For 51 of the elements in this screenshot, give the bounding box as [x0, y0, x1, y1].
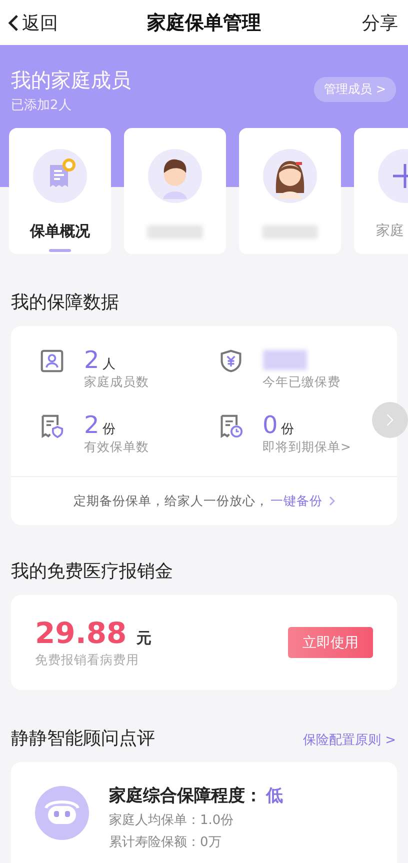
member-card[interactable]: 保单概况 — [9, 128, 111, 254]
backup-hint: 定期备份保单，给家人一份放心， — [74, 492, 268, 510]
section-title: 静静智能顾问点评 — [11, 727, 155, 750]
section-title: 我的家庭成员 — [11, 67, 131, 94]
back-icon — [8, 14, 19, 32]
document-shield-icon — [40, 414, 64, 438]
summary-line: 家庭人均保单：1.0份 — [109, 812, 235, 829]
person-card-icon — [40, 349, 64, 373]
section-title: 我的保障数据 — [10, 291, 120, 315]
use-now-button[interactable]: 立即使用 — [288, 627, 373, 658]
stat-unit: 份 — [280, 421, 294, 438]
backup-link[interactable]: 一键备份 — [270, 492, 322, 510]
manage-members-button[interactable]: 管理成员 > — [314, 77, 396, 102]
stat-unit: 人 — [102, 356, 116, 373]
page-title: 家庭保单管理 — [147, 10, 261, 36]
avatar-icon — [148, 149, 202, 203]
share-button[interactable]: 分享 — [362, 10, 398, 34]
robot-icon — [35, 786, 89, 840]
currency-unit: 元 — [136, 629, 152, 648]
chevron-right-icon — [328, 496, 334, 506]
member-card[interactable] — [239, 128, 341, 254]
receipt-icon — [33, 149, 87, 203]
amount: 29.88 — [35, 616, 127, 650]
member-card[interactable]: 家庭 — [354, 128, 408, 254]
stat-unit: 份 — [102, 421, 116, 438]
stat-label: 有效保单数 — [84, 439, 149, 456]
stat-value: 2 — [84, 411, 100, 439]
stat-label: 家庭成员数 — [84, 374, 149, 391]
blurred-value — [262, 350, 306, 370]
back-button[interactable]: 返回 — [8, 10, 58, 34]
blurred-name — [147, 225, 203, 239]
coverage-level: 低 — [266, 785, 283, 807]
stat-value: 0 — [262, 411, 278, 439]
chevron-right-icon — [386, 413, 394, 427]
stat-label: 今年已缴保费 — [262, 374, 340, 391]
member-label: 家庭 — [376, 222, 404, 240]
amount-caption: 免费报销看病费用 — [35, 652, 140, 669]
stat-value: 2 — [84, 346, 100, 374]
selected-indicator — [49, 249, 71, 252]
member-label: 保单概况 — [30, 222, 90, 241]
summary-line: 累计寿险保额：0万 — [109, 834, 222, 851]
section-title: 我的免费医疗报销金 — [10, 560, 174, 584]
next-page-button[interactable] — [372, 402, 408, 438]
document-clock-icon — [218, 414, 242, 438]
avatar-icon — [263, 149, 317, 203]
shield-yen-icon — [218, 349, 242, 373]
coverage-level-label: 家庭综合保障程度： — [109, 785, 262, 807]
member-count: 已添加2人 — [11, 97, 72, 114]
stat-label: 即将到期保单> — [262, 439, 351, 456]
principles-link[interactable]: 保险配置原则 > — [302, 731, 396, 749]
blurred-name — [262, 225, 318, 239]
